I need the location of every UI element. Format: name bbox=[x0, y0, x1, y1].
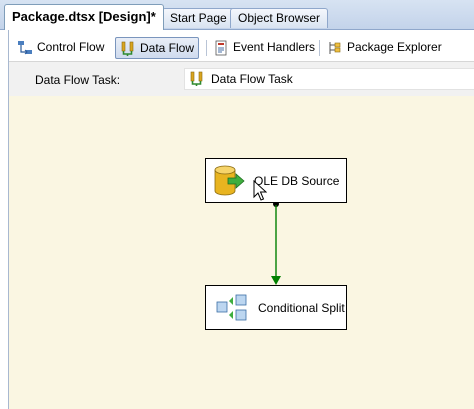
conditional-split-component[interactable]: Conditional Split bbox=[205, 285, 347, 330]
tab-data-flow[interactable]: Data Flow bbox=[115, 37, 200, 59]
tab-label: Start Page bbox=[170, 11, 227, 25]
tab-package-explorer[interactable]: Package Explorer bbox=[323, 37, 446, 59]
control-flow-icon bbox=[17, 40, 33, 56]
data-flow-canvas[interactable]: OLE DB Source Conditional Split bbox=[9, 96, 474, 409]
conditional-split-icon bbox=[216, 293, 250, 323]
tab-label: Object Browser bbox=[238, 11, 321, 25]
data-flow-task-label: Data Flow Task: bbox=[35, 73, 121, 87]
data-flow-task-dropdown[interactable]: Data Flow Task bbox=[184, 68, 474, 90]
tab-label: Event Handlers bbox=[233, 40, 316, 54]
tab-control-flow[interactable]: Control Flow bbox=[13, 37, 108, 59]
data-flow-icon bbox=[120, 41, 136, 57]
tab-event-handlers[interactable]: Event Handlers bbox=[209, 37, 319, 59]
tab-label: Data Flow bbox=[140, 41, 195, 55]
tab-label: Package Explorer bbox=[347, 40, 442, 54]
tab-package-design[interactable]: Package.dtsx [Design]* bbox=[4, 4, 164, 30]
ole-db-source-icon bbox=[212, 165, 246, 197]
tab-separator bbox=[319, 40, 320, 56]
package-explorer-icon bbox=[327, 40, 343, 56]
designer-tab-strip: Control Flow Data Flow Event Handlers Pa… bbox=[9, 34, 474, 61]
tab-object-browser[interactable]: Object Browser bbox=[230, 8, 329, 28]
mouse-pointer-icon bbox=[253, 180, 267, 201]
document-tab-strip: Package.dtsx [Design]* Start Page Object… bbox=[0, 0, 474, 30]
package-designer: Control Flow Data Flow Event Handlers Pa… bbox=[8, 30, 474, 409]
data-flow-task-value: Data Flow Task bbox=[211, 72, 293, 86]
event-handlers-icon bbox=[213, 40, 229, 56]
ole-db-source-component[interactable]: OLE DB Source bbox=[205, 158, 347, 203]
tab-label: Control Flow bbox=[37, 40, 105, 54]
tab-separator bbox=[206, 40, 207, 56]
data-flow-task-icon bbox=[189, 71, 205, 87]
data-flow-task-row: Data Flow Task: Data Flow Task bbox=[9, 61, 474, 97]
component-label: Conditional Split bbox=[258, 300, 345, 315]
data-path-connector[interactable] bbox=[9, 96, 474, 409]
tab-start-page[interactable]: Start Page bbox=[162, 8, 235, 28]
tab-label: Package.dtsx [Design]* bbox=[12, 9, 156, 24]
